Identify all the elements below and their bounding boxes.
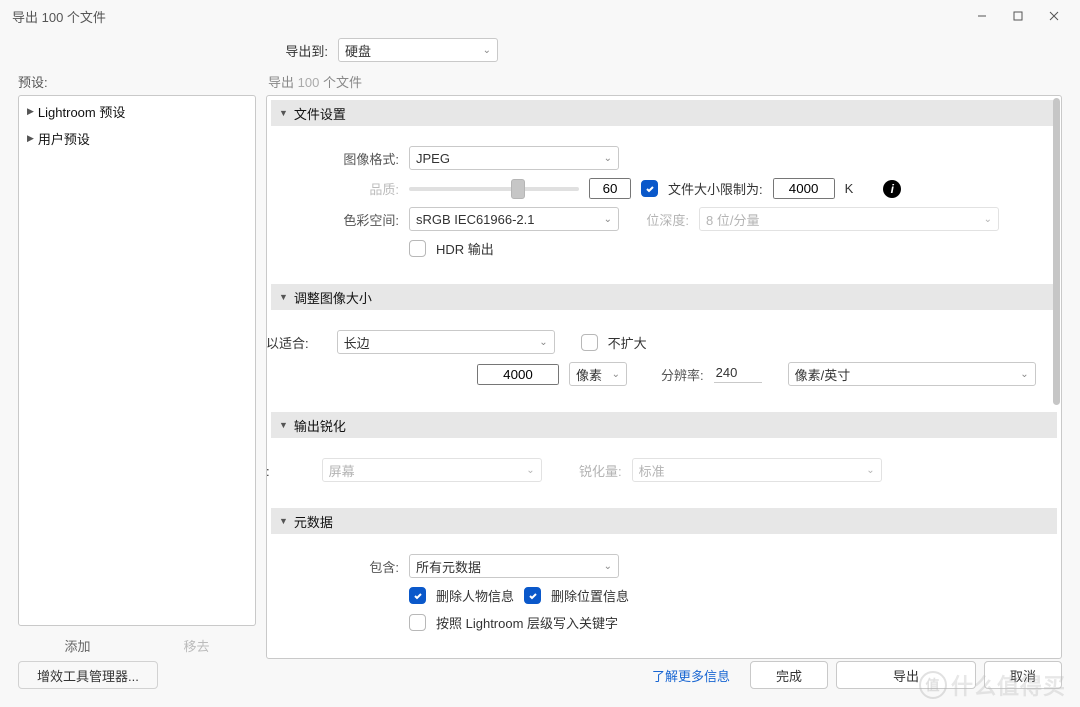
chevron-down-icon: ⌄ <box>612 369 620 380</box>
sharpen-amount-select: 标准 ⌄ <box>632 458 882 482</box>
remove-location-label: 删除位置信息 <box>551 586 629 605</box>
resize-fit-value: 长边 <box>344 333 370 352</box>
metadata-include-select[interactable]: 所有元数据 ⌄ <box>409 554 619 578</box>
bit-depth-label: 位深度: <box>629 210 689 229</box>
hdr-output-label: HDR 输出 <box>436 239 494 258</box>
resolution-label: 分辨率: <box>661 365 704 384</box>
resolution-unit-select[interactable]: 像素/英寸 ⌄ <box>788 362 1036 386</box>
export-button[interactable]: 导出 <box>836 661 976 689</box>
scrollbar-thumb[interactable] <box>1053 98 1060 405</box>
metadata-include-value: 所有元数据 <box>416 557 481 576</box>
quality-slider[interactable] <box>409 179 579 199</box>
sharpen-for-label: 锐化对象: <box>266 461 270 480</box>
section-title: 输出锐化 <box>294 416 346 435</box>
maximize-button[interactable] <box>1000 4 1036 28</box>
section-title: 元数据 <box>294 512 333 531</box>
presets-list[interactable]: ▶ Lightroom 预设 ▶ 用户预设 <box>18 95 256 626</box>
section-sharpen-header[interactable]: ▼ 输出锐化 <box>271 412 1057 438</box>
triangle-down-icon: ▼ <box>279 292 288 302</box>
preset-add-button[interactable]: 添加 <box>18 632 137 659</box>
image-format-value: JPEG <box>416 151 450 166</box>
sharpen-amount-label: 锐化量: <box>552 461 622 480</box>
triangle-down-icon: ▼ <box>279 108 288 118</box>
color-space-label: 色彩空间: <box>287 210 399 229</box>
close-button[interactable] <box>1036 4 1072 28</box>
preset-item-label: Lightroom 预设 <box>38 102 125 121</box>
chevron-down-icon: ⌄ <box>526 465 534 476</box>
export-count-header: 导出 100 个文件 <box>266 72 1062 91</box>
preset-item-user[interactable]: ▶ 用户预设 <box>19 125 255 152</box>
window-title: 导出 100 个文件 <box>8 7 964 26</box>
bit-depth-value: 8 位/分量 <box>706 210 759 229</box>
limit-size-unit: K <box>845 181 854 196</box>
remove-person-label: 删除人物信息 <box>436 586 514 605</box>
dont-enlarge-label: 不扩大 <box>608 333 647 352</box>
sharpen-for-select: 屏幕 ⌄ <box>322 458 542 482</box>
cancel-button[interactable]: 取消 <box>984 661 1062 689</box>
triangle-down-icon: ▼ <box>279 516 288 526</box>
resize-size-input[interactable] <box>477 364 559 385</box>
plugin-manager-button[interactable]: 增效工具管理器... <box>18 661 158 689</box>
resize-fit-select[interactable]: 长边 ⌄ <box>337 330 555 354</box>
learn-more-link[interactable]: 了解更多信息 <box>652 666 730 685</box>
presets-label: 预设: <box>18 72 256 91</box>
done-button[interactable]: 完成 <box>750 661 828 689</box>
limit-size-input[interactable] <box>773 178 835 199</box>
image-format-select[interactable]: JPEG ⌄ <box>409 146 619 170</box>
section-title: 文件设置 <box>294 104 346 123</box>
image-format-label: 图像格式: <box>287 149 399 168</box>
remove-person-checkbox[interactable] <box>409 587 426 604</box>
chevron-down-icon: ⌄ <box>984 214 992 225</box>
sharpen-for-value: 屏幕 <box>329 461 355 480</box>
export-to-label: 导出到: <box>268 41 328 60</box>
export-to-select[interactable]: 硬盘 ⌄ <box>338 38 498 62</box>
section-metadata-header[interactable]: ▼ 元数据 <box>271 508 1057 534</box>
chevron-down-icon: ⌄ <box>1020 369 1028 380</box>
limit-size-label: 文件大小限制为: <box>668 179 763 198</box>
color-space-value: sRGB IEC61966-2.1 <box>416 212 535 227</box>
info-icon[interactable]: i <box>883 180 901 198</box>
minimize-button[interactable] <box>964 4 1000 28</box>
resize-fit-label: 调整大小以适合: <box>266 333 309 352</box>
dont-enlarge-checkbox[interactable] <box>581 334 598 351</box>
limit-size-checkbox[interactable] <box>641 180 658 197</box>
resize-unit-select[interactable]: 像素 ⌄ <box>569 362 627 386</box>
preset-item-label: 用户预设 <box>38 129 90 148</box>
quality-input[interactable] <box>589 178 631 199</box>
section-title: 调整图像大小 <box>294 288 372 307</box>
color-space-select[interactable]: sRGB IEC61966-2.1 ⌄ <box>409 207 619 231</box>
scrollbar[interactable] <box>1053 98 1060 656</box>
hdr-output-checkbox[interactable] <box>409 240 426 257</box>
chevron-down-icon: ⌄ <box>539 337 547 348</box>
resolution-unit-value: 像素/英寸 <box>795 365 851 384</box>
chevron-down-icon: ⌄ <box>483 45 491 56</box>
chevron-down-icon: ⌄ <box>604 214 612 225</box>
preset-remove-button[interactable]: 移去 <box>137 632 256 659</box>
write-keywords-checkbox[interactable] <box>409 614 426 631</box>
metadata-include-label: 包含: <box>287 557 399 576</box>
chevron-down-icon: ⌄ <box>604 153 612 164</box>
quality-label: 品质: <box>287 179 399 198</box>
resolution-input[interactable] <box>714 365 762 383</box>
export-to-value: 硬盘 <box>345 41 371 60</box>
remove-location-checkbox[interactable] <box>524 587 541 604</box>
bit-depth-select: 8 位/分量 ⌄ <box>699 207 999 231</box>
sharpen-amount-value: 标准 <box>639 461 665 480</box>
titlebar: 导出 100 个文件 <box>0 0 1080 32</box>
triangle-down-icon: ▼ <box>279 420 288 430</box>
triangle-right-icon: ▶ <box>27 133 34 144</box>
section-resize-header[interactable]: ▼ 调整图像大小 <box>271 284 1057 310</box>
chevron-down-icon: ⌄ <box>866 465 874 476</box>
triangle-right-icon: ▶ <box>27 106 34 117</box>
write-keywords-label: 按照 Lightroom 层级写入关键字 <box>436 613 618 632</box>
chevron-down-icon: ⌄ <box>604 561 612 572</box>
section-file-settings-header[interactable]: ▼ 文件设置 <box>271 100 1057 126</box>
resize-unit-value: 像素 <box>576 365 602 384</box>
preset-item-lightroom[interactable]: ▶ Lightroom 预设 <box>19 98 255 125</box>
